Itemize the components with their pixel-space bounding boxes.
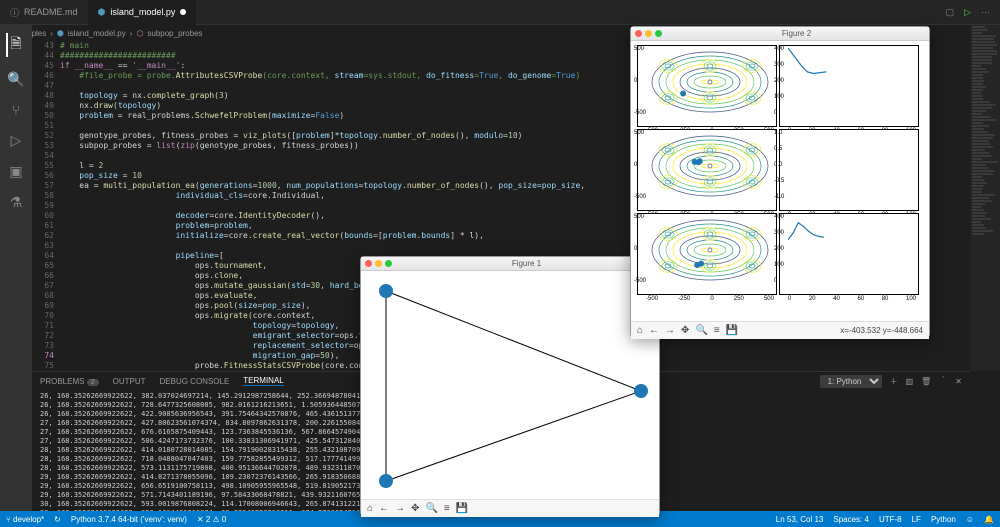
zoom-icon[interactable]: 🔍: [695, 325, 707, 336]
split-terminal-icon[interactable]: ▥: [906, 377, 914, 386]
activity-bar: 🗎 🔍 ⑂ ▷ ▣ ⚗: [0, 25, 32, 511]
close-icon[interactable]: [635, 30, 642, 37]
figure-2-window[interactable]: Figure 2 -500-2500250500 5000-500 020406…: [630, 26, 930, 338]
editor-actions: ▢ ▷ ⋯: [946, 7, 1000, 18]
extensions-icon[interactable]: ▣: [9, 163, 22, 180]
info-icon: ⓘ: [10, 6, 19, 19]
language-status[interactable]: Python: [931, 515, 956, 524]
minimap[interactable]: [970, 25, 1000, 371]
indent-status[interactable]: Spaces: 4: [833, 515, 869, 524]
coord-readout: x=-403.532 y=-448.664: [840, 326, 923, 335]
tab-readme[interactable]: ⓘ README.md: [0, 0, 88, 25]
maximize-icon[interactable]: ＾: [939, 376, 947, 387]
figure-2-title: Figure 2: [782, 29, 811, 38]
figure-1-titlebar[interactable]: Figure 1: [361, 257, 659, 271]
figure-1-title: Figure 1: [512, 259, 541, 268]
split-icon[interactable]: ▢: [946, 7, 955, 18]
close-icon[interactable]: [365, 260, 372, 267]
encoding-status[interactable]: UTF-8: [879, 515, 902, 524]
minimize-icon[interactable]: [645, 30, 652, 37]
test-icon[interactable]: ⚗: [10, 194, 23, 211]
tab-island-model[interactable]: ⬢ island_model.py: [88, 0, 197, 25]
minimize-icon[interactable]: [375, 260, 382, 267]
forward-icon[interactable]: →: [395, 503, 405, 514]
python-interpreter[interactable]: Python 3.7.4 64-bit ('venv': venv): [71, 515, 187, 524]
zoom-window-icon[interactable]: [385, 260, 392, 267]
bell-icon[interactable]: 🔔: [984, 515, 994, 524]
config-icon[interactable]: ≡: [444, 503, 450, 514]
figure-1-window[interactable]: Figure 1 ⌂ ← → ✥ 🔍 ≡ 💾: [360, 256, 660, 516]
pan-icon[interactable]: ✥: [681, 325, 689, 336]
figure-1-canvas[interactable]: [361, 271, 659, 499]
files-icon[interactable]: 🗎: [6, 33, 21, 57]
debug-icon[interactable]: ▷: [11, 132, 22, 149]
terminal-selector[interactable]: 1: Python: [820, 375, 882, 388]
save-icon[interactable]: 💾: [456, 503, 468, 514]
more-icon[interactable]: ⋯: [981, 7, 990, 18]
config-icon[interactable]: ≡: [714, 325, 720, 336]
search-icon[interactable]: 🔍: [7, 71, 24, 88]
zoom-window-icon[interactable]: [655, 30, 662, 37]
source-control-icon[interactable]: ⑂: [12, 102, 20, 118]
sync-icon[interactable]: ↻: [54, 515, 61, 524]
figure-2-canvas[interactable]: -500-2500250500 5000-500 020406080100 40…: [631, 41, 929, 321]
figure-1-toolbar: ⌂ ← → ✥ 🔍 ≡ 💾: [361, 499, 659, 517]
pan-icon[interactable]: ✥: [411, 503, 419, 514]
figure-2-toolbar: ⌂ ← → ✥ 🔍 ≡ 💾 x=-403.532 y=-448.664: [631, 321, 929, 339]
dirty-indicator-icon: [180, 9, 186, 15]
tab-label: island_model.py: [110, 7, 175, 17]
new-terminal-icon[interactable]: ＋: [890, 376, 898, 387]
home-icon[interactable]: ⌂: [367, 503, 373, 514]
close-panel-icon[interactable]: ✕: [955, 377, 962, 386]
feedback-icon[interactable]: ☺: [966, 515, 974, 524]
tab-terminal[interactable]: TERMINAL: [243, 376, 283, 386]
home-icon[interactable]: ⌂: [637, 325, 643, 336]
tab-debug-console[interactable]: DEBUG CONSOLE: [160, 377, 230, 386]
save-icon[interactable]: 💾: [726, 325, 738, 336]
tab-output[interactable]: OUTPUT: [113, 377, 146, 386]
tab-problems[interactable]: PROBLEMS 2: [40, 377, 99, 386]
branch-indicator[interactable]: ⑂ develop*: [6, 515, 44, 524]
tab-label: README.md: [24, 7, 78, 17]
run-icon[interactable]: ▷: [964, 7, 971, 18]
problems-status[interactable]: ✕ 2 ⚠ 0: [197, 515, 226, 524]
line-gutter: 4344454647484950515253545556575859606162…: [32, 41, 60, 371]
eol-status[interactable]: LF: [912, 515, 921, 524]
figure-2-titlebar[interactable]: Figure 2: [631, 27, 929, 41]
zoom-icon[interactable]: 🔍: [425, 503, 437, 514]
cursor-position[interactable]: Ln 53, Col 13: [776, 515, 824, 524]
back-icon[interactable]: ←: [649, 325, 659, 336]
trash-icon[interactable]: 🗑: [921, 377, 931, 386]
back-icon[interactable]: ←: [379, 503, 389, 514]
python-icon: ⬢: [98, 7, 106, 18]
editor-tabbar: ⓘ README.md ⬢ island_model.py ▢ ▷ ⋯: [0, 0, 1000, 25]
forward-icon[interactable]: →: [665, 325, 675, 336]
